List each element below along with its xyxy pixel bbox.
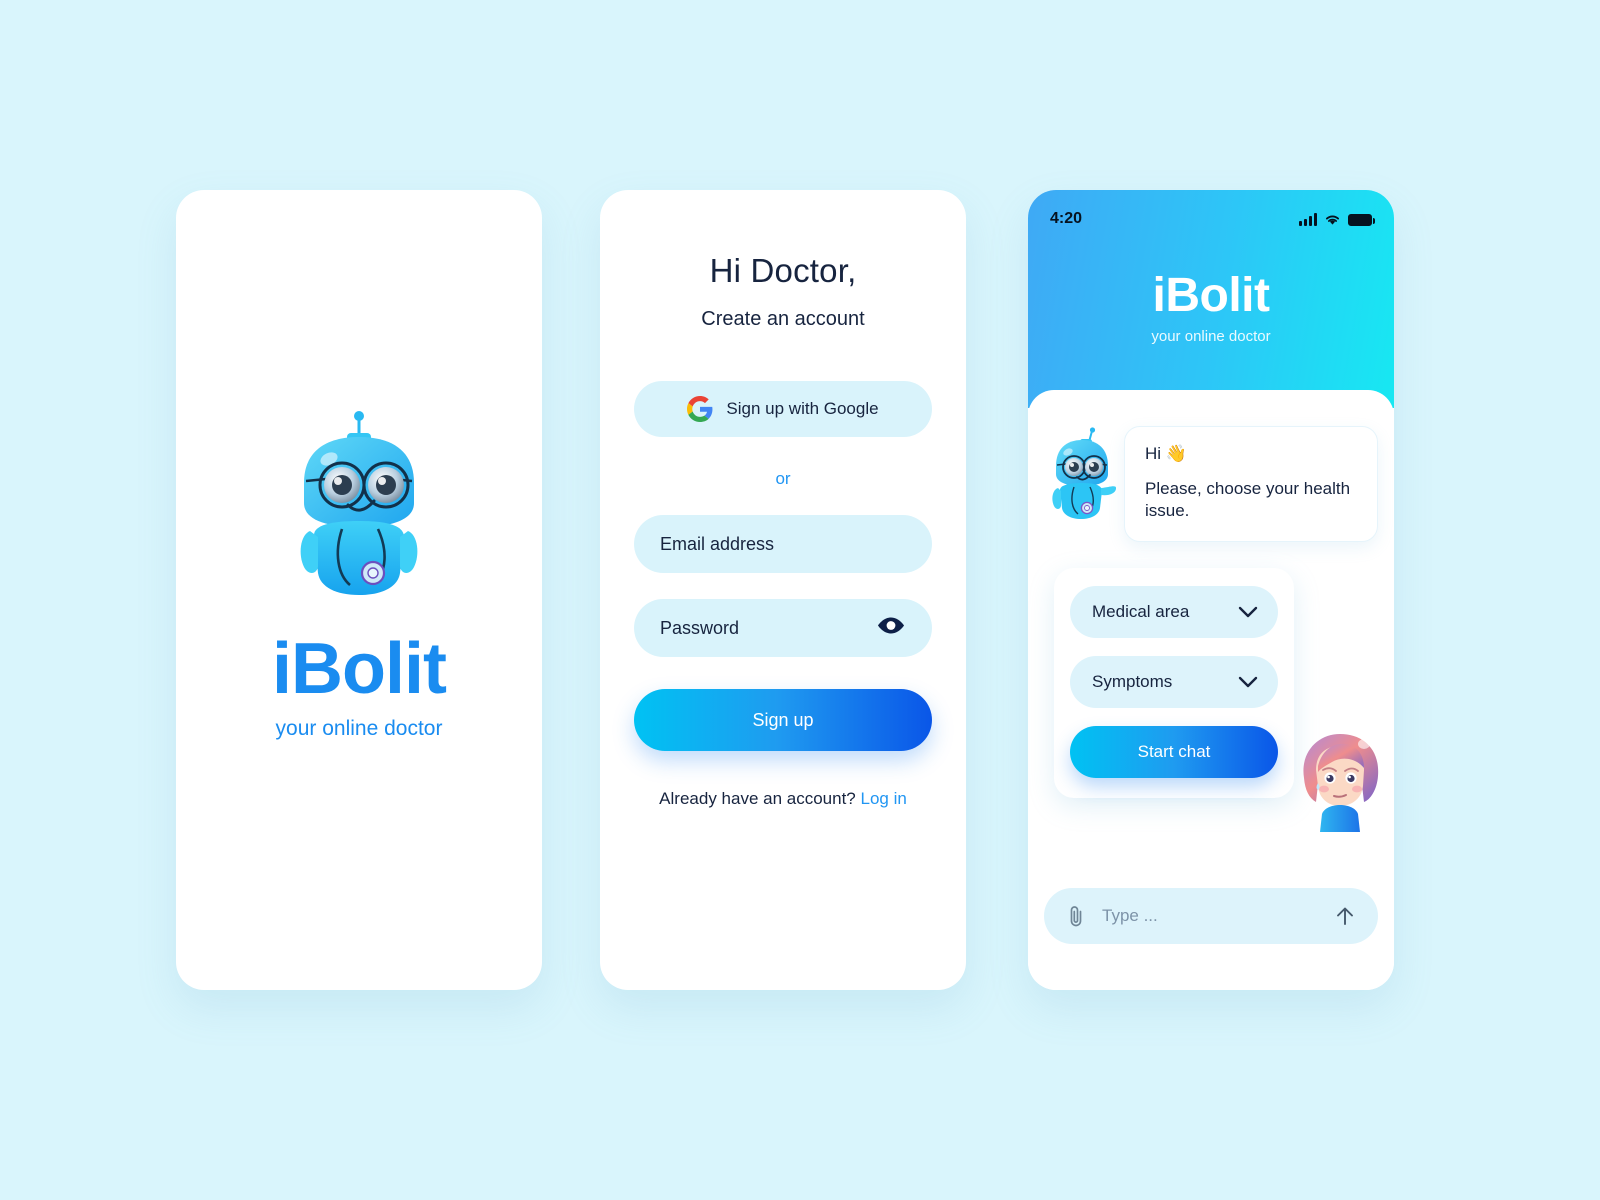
medical-area-select[interactable]: Medical area: [1070, 586, 1278, 639]
header-title: iBolit: [1152, 269, 1270, 322]
header-brand: iBolit your online doctor: [1050, 269, 1372, 346]
symptoms-label: Symptoms: [1092, 672, 1173, 692]
password-field-placeholder: Password: [660, 617, 740, 638]
message-composer[interactable]: Type ...: [1044, 888, 1378, 944]
bot-greeting: Hi 👋: [1145, 444, 1187, 463]
paperclip-icon[interactable]: [1066, 904, 1086, 928]
brand-logo-text: iBolit: [272, 629, 447, 709]
status-bar-time: 4:20: [1050, 210, 1083, 227]
bot-message: Hi 👋 Please, choose your health issue.: [1044, 426, 1378, 543]
header-tagline: your online doctor: [1151, 328, 1271, 345]
login-prompt-text: Already have an account?: [659, 789, 856, 808]
chat-header: 4:20 iBolit your online doctor: [1028, 190, 1394, 408]
worried-girl-illustration: [1303, 734, 1379, 833]
page-subtitle: Create an account: [701, 308, 865, 330]
screens-canvas: iBolit your online doctor Hi Doctor, Cre…: [0, 0, 1600, 1200]
status-bar: 4:20: [1050, 208, 1375, 230]
login-prompt: Already have an account? Log in: [634, 789, 932, 809]
email-field-placeholder: Email address: [660, 533, 775, 554]
google-button-label: Sign up with Google: [726, 399, 879, 418]
symptoms-select[interactable]: Symptoms: [1070, 656, 1278, 709]
cellular-signal-icon: [1299, 212, 1317, 226]
page-title: Hi Doctor,: [709, 252, 857, 289]
robot-doctor-illustration: [300, 411, 418, 595]
sign-up-button[interactable]: Sign up: [634, 689, 932, 751]
eye-icon[interactable]: [876, 616, 906, 641]
google-g-icon: [687, 396, 713, 422]
sign-up-with-google-button[interactable]: Sign up with Google: [634, 381, 932, 437]
brand-tagline: your online doctor: [275, 717, 443, 740]
wifi-icon: [1326, 215, 1339, 225]
splash-screen: iBolit your online doctor: [176, 190, 542, 990]
chat-screen: 4:20 iBolit your online doctor Hi 👋 Plea…: [1028, 190, 1394, 990]
medical-area-label: Medical area: [1092, 602, 1190, 622]
robot-doctor-avatar: [1052, 427, 1116, 519]
start-chat-button[interactable]: Start chat: [1070, 726, 1278, 779]
bot-message-text: Please, choose your health issue.: [1145, 479, 1351, 521]
chevron-down-icon: [1238, 676, 1258, 688]
password-field[interactable]: Password: [634, 599, 932, 657]
arrow-up-icon[interactable]: [1334, 904, 1356, 928]
log-in-link[interactable]: Log in: [861, 789, 907, 808]
bot-message-bubble: Hi 👋 Please, choose your health issue.: [1124, 426, 1378, 543]
chat-body: Hi 👋 Please, choose your health issue. M…: [1028, 390, 1394, 990]
health-issue-form: Medical area Symptoms Start chat: [1054, 568, 1379, 833]
battery-full-icon: [1348, 213, 1375, 226]
message-input-placeholder: Type ...: [1102, 906, 1158, 925]
email-field[interactable]: Email address: [634, 515, 932, 573]
chevron-down-icon: [1238, 606, 1258, 618]
signup-screen: Hi Doctor, Create an account Sign up wit…: [600, 190, 966, 990]
divider-label: or: [775, 469, 791, 488]
